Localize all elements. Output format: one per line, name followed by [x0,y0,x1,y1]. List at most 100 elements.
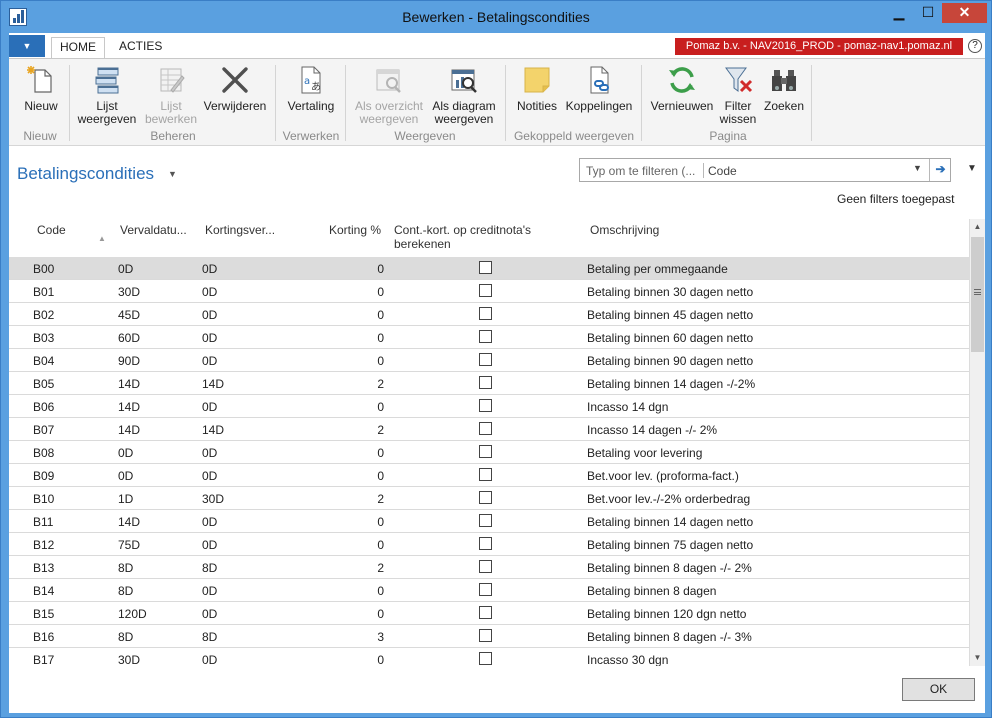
cell-kortingsvervaldatum[interactable]: 0D [202,331,217,345]
vernieuwen-button[interactable]: Vernieuwen [649,64,715,113]
table-row[interactable]: B05 14D 14D 2 Betaling binnen 14 dagen -/-2% [9,372,969,395]
cell-omschrijving[interactable]: Incasso 30 dgn [587,653,668,667]
cell-kortingsvervaldatum[interactable]: 0D [202,308,217,322]
cell-kortingsvervaldatum[interactable]: 0D [202,400,217,414]
scroll-up-icon[interactable]: ▲ [970,219,985,235]
lijst-bewerken-button[interactable]: Lijst bewerken [145,64,197,126]
cell-omschrijving[interactable]: Betaling binnen 120 dgn netto [587,607,746,621]
column-header-korting[interactable]: Korting % [329,223,381,237]
cell-korting[interactable]: 2 [377,492,384,506]
cell-code[interactable]: B10 [33,492,54,506]
cell-kortingsvervaldatum[interactable]: 14D [202,423,224,437]
table-row[interactable]: B14 8D 0D 0 Betaling binnen 8 dagen [9,579,969,602]
cell-omschrijving[interactable]: Incasso 14 dagen -/- 2% [587,423,717,437]
cell-omschrijving[interactable]: Betaling binnen 60 dagen netto [587,331,753,345]
cell-kortingsvervaldatum[interactable]: 0D [202,354,217,368]
cell-korting[interactable]: 2 [377,423,384,437]
cell-korting[interactable]: 0 [377,653,384,667]
tab-acties[interactable]: ACTIES [111,37,170,58]
cont-kort-checkbox[interactable] [479,284,492,297]
cell-omschrijving[interactable]: Betaling voor levering [587,446,702,460]
cont-kort-checkbox[interactable] [479,376,492,389]
nieuw-button[interactable]: Nieuw [19,64,63,113]
column-header-code[interactable]: Code [37,223,66,237]
filter-field-select[interactable]: Code [708,164,737,178]
table-row[interactable]: B16 8D 8D 3 Betaling binnen 8 dagen -/- 3% [9,625,969,648]
cell-kortingsvervaldatum[interactable]: 8D [202,630,217,644]
cell-code[interactable]: B07 [33,423,54,437]
cell-vervaldatum[interactable]: 8D [118,584,133,598]
cont-kort-checkbox[interactable] [479,537,492,550]
als-overzicht-button[interactable]: Als overzicht weergeven [351,64,427,126]
table-row[interactable]: B01 30D 0D 0 Betaling binnen 30 dagen netto [9,280,969,303]
cell-korting[interactable]: 0 [377,354,384,368]
cell-kortingsvervaldatum[interactable]: 14D [202,377,224,391]
table-row[interactable]: B06 14D 0D 0 Incasso 14 dgn [9,395,969,418]
cell-omschrijving[interactable]: Incasso 14 dgn [587,400,668,414]
cont-kort-checkbox[interactable] [479,330,492,343]
cont-kort-checkbox[interactable] [479,583,492,596]
close-button[interactable]: ✕ [942,3,987,23]
cell-code[interactable]: B17 [33,653,54,667]
cont-kort-checkbox[interactable] [479,468,492,481]
vertical-scrollbar[interactable]: ▲ ▼ [969,219,985,666]
table-row[interactable]: B10 1D 30D 2 Bet.voor lev.-/-2% orderbedrag [9,487,969,510]
cell-vervaldatum[interactable]: 14D [118,515,140,529]
cell-korting[interactable]: 0 [377,584,384,598]
cell-omschrijving[interactable]: Betaling binnen 90 dagen netto [587,354,753,368]
ok-button[interactable]: OK [902,678,975,701]
cell-vervaldatum[interactable]: 30D [118,653,140,667]
cell-vervaldatum[interactable]: 120D [118,607,147,621]
cont-kort-checkbox[interactable] [479,307,492,320]
filter-wissen-button[interactable]: Filter wissen [717,64,759,126]
table-row[interactable]: B04 90D 0D 0 Betaling binnen 90 dagen netto [9,349,969,372]
chevron-down-icon[interactable]: ▼ [168,169,177,179]
cell-vervaldatum[interactable]: 60D [118,331,140,345]
maximize-button[interactable]: ☐ [914,3,942,23]
table-row[interactable]: B00 0D 0D 0 Betaling per ommegaande [9,257,969,280]
cell-omschrijving[interactable]: Betaling binnen 45 dagen netto [587,308,753,322]
cell-kortingsvervaldatum[interactable]: 0D [202,653,217,667]
cont-kort-checkbox[interactable] [479,560,492,573]
cell-korting[interactable]: 0 [377,400,384,414]
cell-code[interactable]: B00 [33,262,54,276]
cell-korting[interactable]: 2 [377,561,384,575]
cell-kortingsvervaldatum[interactable]: 8D [202,561,217,575]
cell-omschrijving[interactable]: Betaling binnen 75 dagen netto [587,538,753,552]
cell-code[interactable]: B11 [33,515,53,529]
cell-korting[interactable]: 0 [377,446,384,460]
column-header-vervaldatum[interactable]: Vervaldatu... [120,223,187,237]
table-row[interactable]: B02 45D 0D 0 Betaling binnen 45 dagen netto [9,303,969,326]
cont-kort-checkbox[interactable] [479,445,492,458]
cell-kortingsvervaldatum[interactable]: 0D [202,285,217,299]
cell-code[interactable]: B16 [33,630,54,644]
cell-vervaldatum[interactable]: 90D [118,354,140,368]
cell-omschrijving[interactable]: Betaling per ommegaande [587,262,728,276]
cell-vervaldatum[interactable]: 45D [118,308,140,322]
cont-kort-checkbox[interactable] [479,261,492,274]
arrow-right-icon[interactable]: ➔ [929,159,951,181]
table-row[interactable]: B15 120D 0D 0 Betaling binnen 120 dgn netto [9,602,969,625]
cont-kort-checkbox[interactable] [479,399,492,412]
notities-button[interactable]: Notities [513,64,561,113]
chevron-down-icon[interactable]: ▼ [967,163,977,174]
cell-korting[interactable]: 0 [377,262,384,276]
zoeken-button[interactable]: Zoeken [761,64,807,113]
cell-code[interactable]: B03 [33,331,54,345]
cell-omschrijving[interactable]: Betaling binnen 8 dagen -/- 2% [587,561,752,575]
table-row[interactable]: B03 60D 0D 0 Betaling binnen 60 dagen netto [9,326,969,349]
cell-vervaldatum[interactable]: 14D [118,423,140,437]
scroll-down-icon[interactable]: ▼ [970,650,985,666]
cell-kortingsvervaldatum[interactable]: 0D [202,446,217,460]
cont-kort-checkbox[interactable] [479,353,492,366]
cell-kortingsvervaldatum[interactable]: 0D [202,538,217,552]
cont-kort-checkbox[interactable] [479,514,492,527]
table-row[interactable]: B11 14D 0D 0 Betaling binnen 14 dagen netto [9,510,969,533]
filter-input[interactable]: Typ om te filteren (... [586,164,695,178]
cont-kort-checkbox[interactable] [479,629,492,642]
cell-kortingsvervaldatum[interactable]: 0D [202,607,217,621]
column-header-omschrijving[interactable]: Omschrijving [590,223,659,237]
cell-kortingsvervaldatum[interactable]: 0D [202,469,217,483]
cell-omschrijving[interactable]: Betaling binnen 30 dagen netto [587,285,753,299]
cell-korting[interactable]: 0 [377,538,384,552]
